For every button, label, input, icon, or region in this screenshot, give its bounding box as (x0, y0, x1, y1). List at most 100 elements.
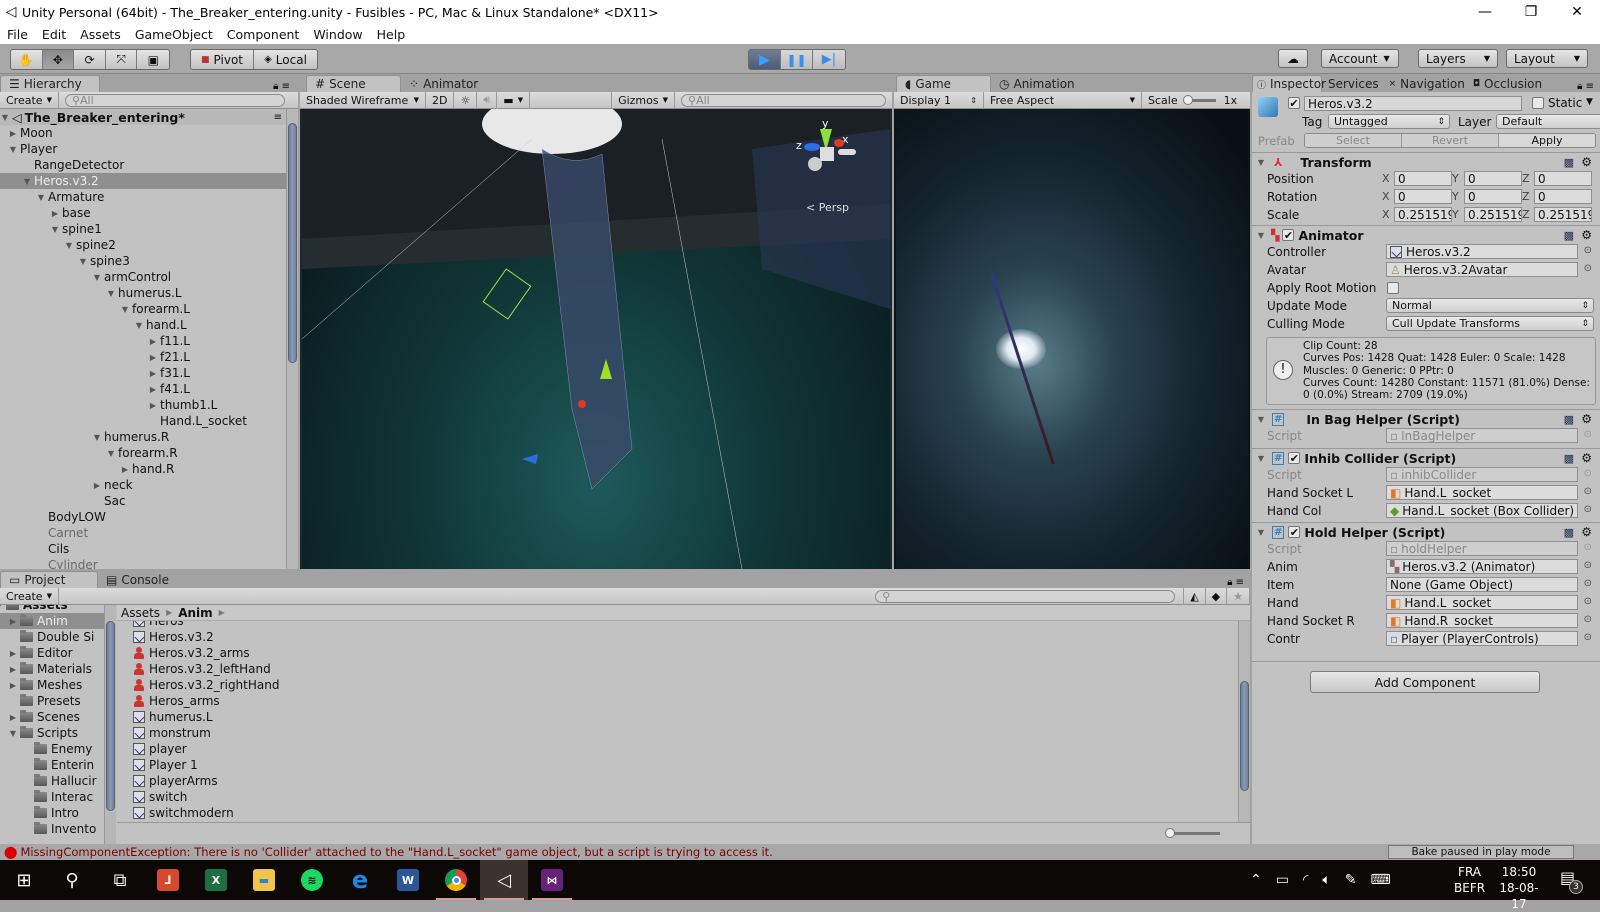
scrollbar-thumb[interactable] (1240, 681, 1249, 791)
tag-dropdown[interactable]: Untagged ⇕ (1328, 114, 1450, 129)
static-dropdown-icon[interactable]: ▼ (1586, 97, 1593, 107)
object-picker-icon[interactable]: ⊙ (1584, 578, 1592, 589)
object-name-input[interactable]: Heros.v3.2 (1304, 96, 1522, 111)
scene-viewport[interactable]: y x z < Persp (302, 109, 890, 569)
menu-assets[interactable]: Assets (73, 27, 128, 42)
expand-arrow-icon[interactable]: ▶ (50, 209, 60, 218)
project-folder[interactable]: ▼ Assets (0, 605, 104, 613)
scale-x-input[interactable]: 0.251519 (1394, 207, 1452, 222)
project-folder[interactable]: Interac (0, 789, 104, 805)
taskbar-acrobat[interactable]: ᒧ (144, 860, 192, 900)
hierarchy-item[interactable]: ▶ thumb1.L (0, 397, 286, 413)
expand-arrow-icon[interactable]: ▼ (0, 113, 10, 122)
status-error-message[interactable]: MissingComponentException: There is no '… (20, 845, 772, 859)
hierarchy-item[interactable]: ▼ humerus.R (0, 429, 286, 445)
taskbar-unity[interactable]: ◁ (480, 860, 528, 900)
taskbar-file-explorer[interactable]: ▬ (240, 860, 288, 900)
hierarchy-item[interactable]: Sac (0, 493, 286, 509)
item-field[interactable]: None (Game Object) (1386, 577, 1578, 592)
scene-search-input[interactable]: ⚲ All (681, 93, 886, 107)
gizmos-dropdown[interactable]: Gizmos ▼ (611, 91, 675, 109)
rect-tool-button[interactable]: ▣ (137, 50, 169, 69)
contr-field[interactable]: ▫ Player (PlayerControls) (1386, 631, 1578, 646)
wifi-icon[interactable]: ◜ (1303, 872, 1308, 888)
rotation-y-input[interactable]: 0 (1464, 189, 1522, 204)
tab-occlusion[interactable]: ◘ Occlusion (1469, 75, 1546, 92)
tab-scene[interactable]: # Scene (306, 75, 401, 92)
object-picker-icon[interactable]: ⊙ (1584, 245, 1592, 256)
hierarchy-item[interactable]: ▶ base (0, 205, 286, 221)
game-view[interactable] (896, 109, 1248, 569)
hierarchy-item[interactable]: Hand.L_socket (0, 413, 286, 429)
update-mode-dropdown[interactable]: Normal ⇕ (1386, 298, 1594, 313)
orientation-gizmo[interactable]: y x z (796, 117, 858, 187)
avatar-field[interactable]: ♙ Heros.v3.2Avatar (1386, 262, 1578, 277)
help-book-icon[interactable]: ▩ (1564, 413, 1574, 426)
breadcrumb-assets[interactable]: Assets (121, 606, 160, 620)
object-picker-icon[interactable]: ⊙ (1584, 632, 1592, 643)
minimize-button[interactable]: — (1462, 0, 1508, 24)
prefab-revert-button[interactable]: Revert (1402, 134, 1499, 147)
hierarchy-item[interactable]: ▶ f21.L (0, 349, 286, 365)
object-picker-icon[interactable]: ⊙ (1584, 596, 1592, 607)
move-z-handle[interactable] (522, 454, 538, 464)
object-picker-icon[interactable]: ⊙ (1584, 263, 1592, 274)
project-folder[interactable]: ▼ Scripts (0, 725, 104, 741)
project-folder[interactable]: Presets (0, 693, 104, 709)
project-asset[interactable]: Heros.v3.2 (117, 629, 1224, 645)
scrollbar-thumb[interactable] (288, 123, 297, 363)
scale-y-input[interactable]: 0.251519 (1464, 207, 1522, 222)
menu-file[interactable]: File (0, 27, 35, 42)
animator-header[interactable]: ▼ ▚ ✔ Animator ▩ ⚙ (1252, 225, 1600, 244)
project-asset[interactable]: switch (117, 789, 1224, 805)
object-picker-icon[interactable]: ⊙ (1584, 468, 1592, 479)
tab-inspector[interactable]: ⓘ Inspector (1252, 75, 1326, 92)
taskbar-edge[interactable]: e (336, 860, 384, 900)
search-button[interactable]: ⚲ (48, 860, 96, 900)
project-asset[interactable]: playerArms (117, 773, 1224, 789)
expand-arrow-icon[interactable]: ▶ (120, 465, 130, 474)
step-button[interactable]: ▶| (813, 50, 845, 69)
expand-arrow-icon[interactable]: ▼ (8, 145, 18, 154)
rotation-x-input[interactable]: 0 (1394, 189, 1452, 204)
expand-arrow-icon[interactable]: ▼ (134, 321, 144, 330)
effects-dropdown[interactable]: ▬ ▼ (497, 91, 531, 109)
pivot-button[interactable]: ■ Pivot (191, 50, 255, 69)
expand-arrow-icon[interactable]: ▼ (120, 305, 130, 314)
battery-icon[interactable]: ▭ (1276, 872, 1289, 888)
expand-arrow-icon[interactable]: ▼ (0, 605, 4, 610)
help-book-icon[interactable]: ▩ (1564, 229, 1574, 242)
menu-component[interactable]: Component (220, 27, 307, 42)
status-bar[interactable]: ⬤ MissingComponentException: There is no… (0, 844, 1600, 860)
position-z-input[interactable]: 0 (1534, 171, 1592, 186)
layout-dropdown[interactable]: Layout ▼ (1506, 49, 1588, 68)
lock-icon[interactable]: 🔒︎ ≡ (273, 81, 290, 92)
hierarchy-item[interactable]: RangeDetector (0, 157, 286, 173)
expand-arrow-icon[interactable]: ▼ (8, 729, 18, 738)
foldout-arrow-icon[interactable]: ▼ (1256, 231, 1266, 240)
volume-icon[interactable]: 🔈︎ (1322, 872, 1330, 888)
project-asset[interactable]: switchmodern (117, 805, 1224, 821)
project-asset[interactable]: Player 1 (117, 757, 1224, 773)
expand-arrow-icon[interactable]: ▼ (106, 449, 116, 458)
hierarchy-item[interactable]: ▼ spine2 (0, 237, 286, 253)
project-asset[interactable]: Heros.v3.2_leftHand (117, 661, 1224, 677)
expand-arrow-icon[interactable]: ▶ (8, 665, 18, 674)
in-bag-helper-header[interactable]: ▼ # In Bag Helper (Script) ▩ ⚙ (1252, 409, 1600, 428)
folder-tree-scrollbar[interactable] (104, 605, 116, 844)
scene-menu-icon[interactable]: ≡ (274, 112, 282, 123)
hierarchy-create-dropdown[interactable]: Create ▼ (0, 91, 59, 109)
expand-arrow-icon[interactable]: ▶ (8, 649, 18, 658)
gear-icon[interactable]: ⚙ (1581, 525, 1592, 539)
lock-icon[interactable]: 🔒︎ ≡ (1227, 577, 1244, 588)
taskbar-spotify[interactable]: ≋ (288, 860, 336, 900)
project-asset[interactable]: monstrum (117, 725, 1224, 741)
expand-arrow-icon[interactable]: ▼ (78, 257, 88, 266)
expand-arrow-icon[interactable]: ▼ (64, 241, 74, 250)
project-asset[interactable]: Heros.v3.2_rightHand (117, 677, 1224, 693)
scale-z-input[interactable]: 0.251519 (1534, 207, 1592, 222)
hold-helper-enabled-checkbox[interactable]: ✔ (1288, 526, 1301, 538)
expand-arrow-icon[interactable]: ▼ (22, 177, 32, 186)
taskbar-excel[interactable]: X (192, 860, 240, 900)
pen-icon[interactable]: ✎ (1345, 872, 1357, 888)
